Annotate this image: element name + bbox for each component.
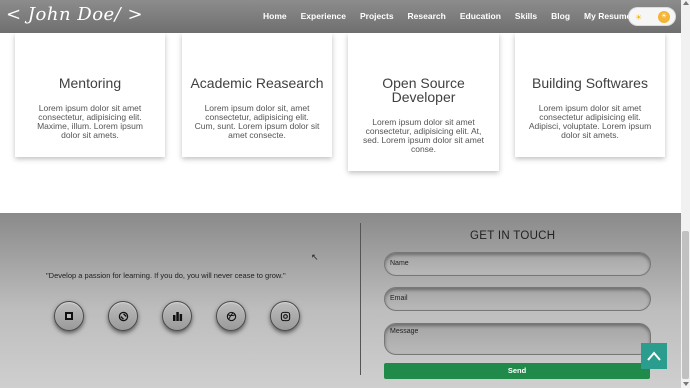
- card-text: Lorem ipsum dolor sit, amet consectetur,…: [194, 103, 320, 140]
- sun-icon: ☀: [635, 13, 643, 22]
- nav-link-skills[interactable]: Skills: [515, 11, 537, 21]
- name-field[interactable]: Name: [384, 252, 651, 276]
- card-academic-research: Academic Reasearch Lorem ipsum dolor sit…: [182, 33, 332, 157]
- scrollbar-thumb[interactable]: [682, 231, 689, 379]
- nav-link-home[interactable]: Home: [263, 11, 287, 21]
- page-scrollbar[interactable]: [681, 0, 690, 388]
- contact-title: GET IN TOUCH: [470, 230, 556, 242]
- bar-chart-icon[interactable]: [162, 301, 192, 331]
- nav-link-research[interactable]: Research: [408, 11, 446, 21]
- site-logo[interactable]: < John Doe/ >: [6, 4, 143, 25]
- message-field[interactable]: Message: [384, 323, 651, 355]
- nav-link-resume[interactable]: My Resume: [584, 11, 631, 21]
- card-mentoring: Mentoring Lorem ipsum dolor sit amet con…: [15, 33, 165, 157]
- scroll-to-top-button[interactable]: [641, 343, 667, 369]
- card-building-softwares: Building Softwares Lorem ipsum dolor sit…: [515, 33, 665, 157]
- scroll-down-arrow-icon[interactable]: [683, 382, 689, 386]
- card-title: Mentoring: [58, 75, 122, 91]
- card-title: Building Softwares: [532, 75, 648, 91]
- scroll-up-arrow-icon[interactable]: [683, 1, 689, 5]
- send-button[interactable]: Send: [384, 363, 650, 379]
- footer-divider: [360, 223, 361, 375]
- nav-link-blog[interactable]: Blog: [551, 11, 570, 21]
- card-title: Academic Reasearch: [190, 75, 324, 91]
- card-title: Open Source Developer: [382, 75, 465, 105]
- footer: "Develop a passion for learning. If you …: [0, 213, 681, 388]
- gatsby-icon[interactable]: [108, 301, 138, 331]
- card-text: Lorem ipsum dolor sit amet consectetur a…: [528, 103, 652, 140]
- mouse-cursor-icon: ↖: [311, 252, 319, 262]
- dribbble-icon[interactable]: [216, 301, 246, 331]
- social-links: [54, 301, 324, 331]
- nav-link-experience[interactable]: Experience: [301, 11, 346, 21]
- toggle-knob-icon: ☀: [658, 11, 670, 23]
- card-open-source: Open Source Developer Lorem ipsum dolor …: [348, 33, 499, 171]
- nav-link-projects[interactable]: Projects: [360, 11, 394, 21]
- email-field[interactable]: Email: [384, 287, 651, 311]
- square-logo-icon[interactable]: [54, 301, 84, 331]
- instagram-icon[interactable]: [270, 301, 300, 331]
- nav-link-education[interactable]: Education: [460, 11, 501, 21]
- card-text: Lorem ipsum dolor sit amet consectetur, …: [363, 117, 484, 154]
- theme-toggle[interactable]: ☀ ☀: [628, 7, 676, 26]
- nav-links: Home Experience Projects Research Educat…: [263, 11, 645, 21]
- card-text: Lorem ipsum dolor sit amet consectetur, …: [37, 103, 143, 140]
- top-navbar: < John Doe/ > Home Experience Projects R…: [0, 0, 681, 33]
- footer-quote: "Develop a passion for learning. If you …: [46, 271, 286, 280]
- chevron-up-icon: [647, 351, 661, 361]
